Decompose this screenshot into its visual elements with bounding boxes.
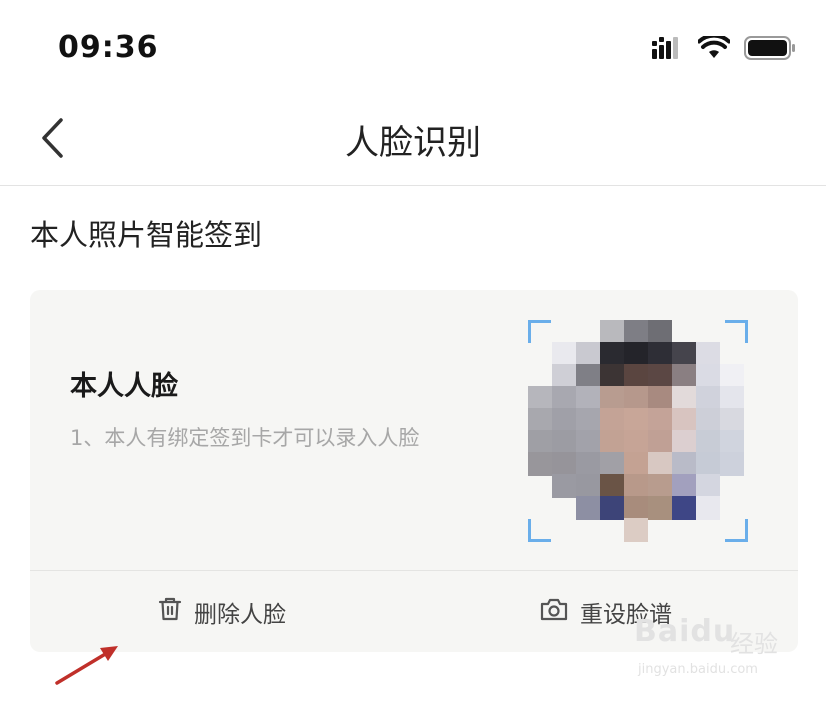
face-photo-frame[interactable] [528, 320, 748, 542]
watermark-url: jingyan.baidu.com [638, 662, 758, 677]
page-title: 人脸识别 [345, 123, 481, 163]
wifi-icon [697, 33, 731, 64]
scan-corner [725, 320, 748, 343]
trash-icon [158, 596, 182, 628]
watermark-brand-cn: 经验 [730, 630, 778, 658]
status-icons [652, 33, 796, 64]
annotation-arrow-icon [55, 646, 118, 685]
battery-icon [744, 36, 796, 64]
baidu-watermark: Baidu 经验 jingyan.baidu.com [634, 606, 804, 696]
pixelated-face-photo [528, 320, 744, 542]
status-time: 09:36 [58, 30, 159, 65]
scan-corner [528, 320, 551, 343]
card-description: 1、本人有绑定签到卡才可以录入人脸 [70, 426, 420, 450]
status-bar: 09:36 [0, 0, 826, 95]
section-title: 本人照片智能签到 [30, 218, 263, 252]
scan-corner [528, 519, 551, 542]
card-heading: 本人人脸 [70, 371, 178, 402]
face-card: 本人人脸 1、本人有绑定签到卡才可以录入人脸 删除人脸 重设脸谱 [30, 290, 798, 652]
scan-corner [725, 519, 748, 542]
nav-bar: 人脸识别 [0, 95, 826, 186]
watermark-brand: Baidu [634, 614, 736, 649]
signal-icon [652, 37, 684, 63]
delete-face-label: 删除人脸 [194, 601, 286, 628]
camera-icon [540, 597, 568, 627]
